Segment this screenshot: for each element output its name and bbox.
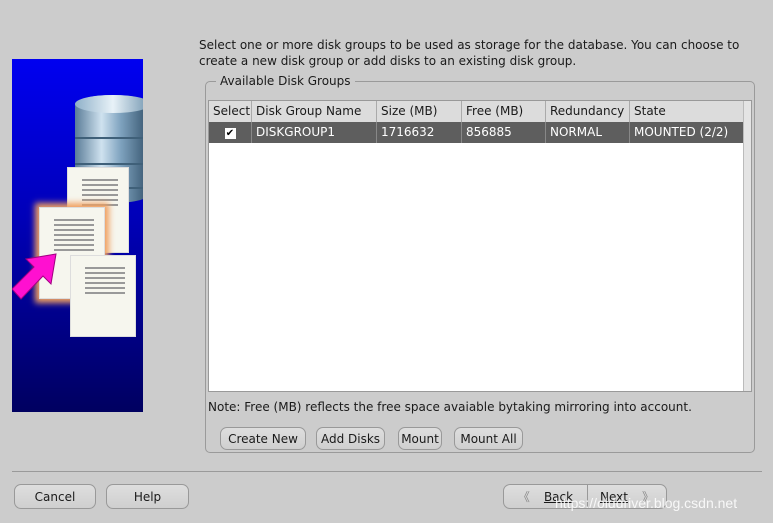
free-mb: 856885 xyxy=(462,122,546,143)
column-header-redundancy[interactable]: Redundancy xyxy=(546,101,630,122)
help-button[interactable]: Help xyxy=(106,484,189,509)
table-scrollbar[interactable] xyxy=(743,101,751,391)
arrow-icon xyxy=(12,253,57,300)
column-header-free[interactable]: Free (MB) xyxy=(462,101,546,122)
cancel-button[interactable]: Cancel xyxy=(14,484,96,509)
free-space-note: Note: Free (MB) reflects the free space … xyxy=(208,400,692,414)
create-new-button[interactable]: Create New xyxy=(220,427,306,450)
footer-divider xyxy=(12,471,762,472)
table-header: Select Disk Group Name Size (MB) Free (M… xyxy=(209,101,745,123)
disk-groups-table: Select Disk Group Name Size (MB) Free (M… xyxy=(208,100,752,392)
instructions-text: Select one or more disk groups to be use… xyxy=(199,38,740,68)
column-header-state[interactable]: State xyxy=(630,101,745,122)
column-header-size[interactable]: Size (MB) xyxy=(377,101,462,122)
document-icon xyxy=(70,255,136,337)
state: MOUNTED (2/2) xyxy=(630,122,745,143)
table-row[interactable]: ✔ DISKGROUP1 1716632 856885 NORMAL MOUNT… xyxy=(209,122,745,143)
size-mb: 1716632 xyxy=(377,122,462,143)
select-checkbox[interactable]: ✔ xyxy=(209,122,252,143)
disk-group-name: DISKGROUP1 xyxy=(252,122,377,143)
checkmark-icon: ✔ xyxy=(224,128,236,139)
chevron-left-icon: 《 xyxy=(517,490,530,504)
column-header-name[interactable]: Disk Group Name xyxy=(252,101,377,122)
wizard-illustration xyxy=(12,59,143,412)
group-title: Available Disk Groups xyxy=(216,74,355,88)
add-disks-button[interactable]: Add Disks xyxy=(316,427,385,450)
column-header-select[interactable]: Select xyxy=(209,101,252,122)
redundancy: NORMAL xyxy=(546,122,630,143)
mount-button[interactable]: Mount xyxy=(398,427,442,450)
watermark: https://olddriver.blog.csdn.net xyxy=(555,495,738,511)
mount-all-button[interactable]: Mount All xyxy=(454,427,523,450)
